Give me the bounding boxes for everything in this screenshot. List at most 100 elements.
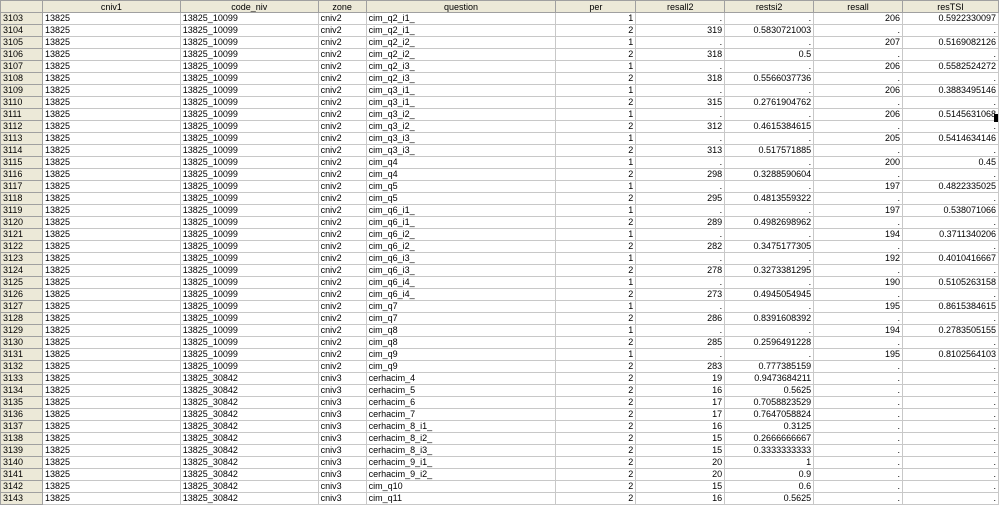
- cell-code-niv[interactable]: 13825_10099: [179, 132, 319, 145]
- cell-resall[interactable]: .: [813, 456, 903, 469]
- cell-resall2[interactable]: .: [635, 60, 726, 73]
- cell-restsi2[interactable]: .: [724, 204, 815, 217]
- cell-zone[interactable]: cniv2: [317, 288, 367, 301]
- cell-restsi[interactable]: .: [901, 192, 999, 205]
- cell-zone[interactable]: cniv2: [317, 12, 367, 25]
- cell-resall[interactable]: .: [813, 120, 903, 133]
- table-row[interactable]: 3115 13825 13825_10099 cniv2 cim_q4 1.. 200 0.4…: [0, 156, 999, 169]
- cell-question[interactable]: cim_q7: [365, 312, 557, 325]
- cell-restsi[interactable]: .: [901, 384, 999, 397]
- cell-restsi[interactable]: 0.8102564103: [901, 348, 999, 361]
- cell-code-niv[interactable]: 13825_10099: [179, 72, 319, 85]
- column-header-resall2[interactable]: resall2: [635, 0, 726, 13]
- cell-question[interactable]: cim_q2_i1_: [365, 12, 557, 25]
- row-number[interactable]: 3116: [0, 168, 43, 181]
- cell-question[interactable]: cim_q6_i1_: [365, 216, 557, 229]
- cell-resall[interactable]: .: [813, 288, 903, 301]
- cell-question[interactable]: cim_q3_i1_: [365, 84, 557, 97]
- cell-resall2[interactable]: 312: [635, 120, 726, 133]
- cell-resall[interactable]: .: [813, 312, 903, 325]
- cell-restsi2[interactable]: .: [724, 12, 815, 25]
- cell-cniv1[interactable]: 13825: [41, 60, 181, 73]
- table-row[interactable]: 3107 13825 13825_10099 cniv2 cim_q2_i3_ 1.. 20…: [0, 60, 999, 73]
- cell-restsi[interactable]: .: [901, 96, 999, 109]
- row-number[interactable]: 3136: [0, 408, 43, 421]
- cell-per[interactable]: 1: [555, 324, 637, 337]
- cell-per[interactable]: 2: [555, 48, 637, 61]
- cell-cniv1[interactable]: 13825: [41, 264, 181, 277]
- cell-per[interactable]: 2: [555, 492, 637, 505]
- cell-resall2[interactable]: .: [635, 84, 726, 97]
- cell-question[interactable]: cerhacim_8_i1_: [365, 420, 557, 433]
- cell-restsi2[interactable]: 0.7647058824: [724, 408, 815, 421]
- cell-question[interactable]: cim_q11: [365, 492, 557, 505]
- cell-cniv1[interactable]: 13825: [41, 228, 181, 241]
- cell-zone[interactable]: cniv2: [317, 300, 367, 313]
- table-row[interactable]: 3103 13825 13825_10099 cniv2 cim_q2_i1_ 1.. 20…: [0, 12, 999, 25]
- cell-question[interactable]: cim_q9: [365, 348, 557, 361]
- cell-restsi2[interactable]: 0.4982698962: [724, 216, 815, 229]
- row-number[interactable]: 3105: [0, 36, 43, 49]
- cell-question[interactable]: cim_q10: [365, 480, 557, 493]
- cell-resall2[interactable]: 273: [635, 288, 726, 301]
- row-number[interactable]: 3104: [0, 24, 43, 37]
- table-row[interactable]: 3124 13825 13825_10099 cniv2 cim_q6_i3_ 2 278 0…: [0, 264, 999, 277]
- table-row[interactable]: 3142 13825 13825_30842 cniv3 cim_q10 2 15 0.6..: [0, 480, 999, 493]
- cell-restsi[interactable]: .: [901, 492, 999, 505]
- cell-per[interactable]: 1: [555, 300, 637, 313]
- cell-cniv1[interactable]: 13825: [41, 36, 181, 49]
- cell-code-niv[interactable]: 13825_10099: [179, 12, 319, 25]
- cell-restsi2[interactable]: .: [724, 156, 815, 169]
- cell-cniv1[interactable]: 13825: [41, 396, 181, 409]
- cell-zone[interactable]: cniv2: [317, 156, 367, 169]
- cell-per[interactable]: 2: [555, 384, 637, 397]
- cell-code-niv[interactable]: 13825_30842: [179, 432, 319, 445]
- cell-restsi2[interactable]: 0.4615384615: [724, 120, 815, 133]
- cell-question[interactable]: cim_q6_i1_: [365, 204, 557, 217]
- table-row[interactable]: 3135 13825 13825_30842 cniv3 cerhacim_6 2 17 0.…: [0, 396, 999, 409]
- cell-per[interactable]: 2: [555, 336, 637, 349]
- cell-restsi2[interactable]: 0.3333333333: [724, 444, 815, 457]
- cell-restsi2[interactable]: .: [724, 180, 815, 193]
- cell-resall2[interactable]: 278: [635, 264, 726, 277]
- table-row[interactable]: 3109 13825 13825_10099 cniv2 cim_q3_i1_ 1.. 20…: [0, 84, 999, 97]
- cell-resall[interactable]: .: [813, 144, 903, 157]
- cell-code-niv[interactable]: 13825_10099: [179, 96, 319, 109]
- cell-resall2[interactable]: 282: [635, 240, 726, 253]
- table-row[interactable]: 3126 13825 13825_10099 cniv2 cim_q6_i4_ 2 273 0…: [0, 288, 999, 301]
- cell-code-niv[interactable]: 13825_10099: [179, 264, 319, 277]
- cell-resall2[interactable]: 16: [635, 420, 726, 433]
- cell-question[interactable]: cerhacim_4: [365, 372, 557, 385]
- cell-resall[interactable]: .: [813, 192, 903, 205]
- cell-resall[interactable]: 190: [813, 276, 903, 289]
- row-number[interactable]: 3110: [0, 96, 43, 109]
- cell-cniv1[interactable]: 13825: [41, 168, 181, 181]
- cell-restsi[interactable]: .: [901, 336, 999, 349]
- row-number[interactable]: 3127: [0, 300, 43, 313]
- cell-resall[interactable]: 195: [813, 348, 903, 361]
- cell-question[interactable]: cerhacim_8_i3_: [365, 444, 557, 457]
- cell-per[interactable]: 1: [555, 276, 637, 289]
- cell-question[interactable]: cerhacim_7: [365, 408, 557, 421]
- cell-restsi[interactable]: .: [901, 216, 999, 229]
- cell-code-niv[interactable]: 13825_30842: [179, 372, 319, 385]
- cell-restsi2[interactable]: 0.9: [724, 468, 815, 481]
- cell-question[interactable]: cim_q3_i3_: [365, 144, 557, 157]
- cell-cniv1[interactable]: 13825: [41, 72, 181, 85]
- cell-zone[interactable]: cniv3: [317, 384, 367, 397]
- cell-cniv1[interactable]: 13825: [41, 96, 181, 109]
- cell-code-niv[interactable]: 13825_10099: [179, 48, 319, 61]
- cell-question[interactable]: cerhacim_9_i1_: [365, 456, 557, 469]
- cell-code-niv[interactable]: 13825_10099: [179, 240, 319, 253]
- cell-restsi2[interactable]: .: [724, 60, 815, 73]
- cell-question[interactable]: cim_q8: [365, 324, 557, 337]
- cell-restsi2[interactable]: .: [724, 348, 815, 361]
- cell-per[interactable]: 1: [555, 228, 637, 241]
- table-row[interactable]: 3105 13825 13825_10099 cniv2 cim_q2_i2_ 1.. 20…: [0, 36, 999, 49]
- cell-restsi2[interactable]: .: [724, 228, 815, 241]
- cell-cniv1[interactable]: 13825: [41, 24, 181, 37]
- cell-zone[interactable]: cniv3: [317, 492, 367, 505]
- cell-resall2[interactable]: 319: [635, 24, 726, 37]
- cell-zone[interactable]: cniv2: [317, 60, 367, 73]
- cell-cniv1[interactable]: 13825: [41, 348, 181, 361]
